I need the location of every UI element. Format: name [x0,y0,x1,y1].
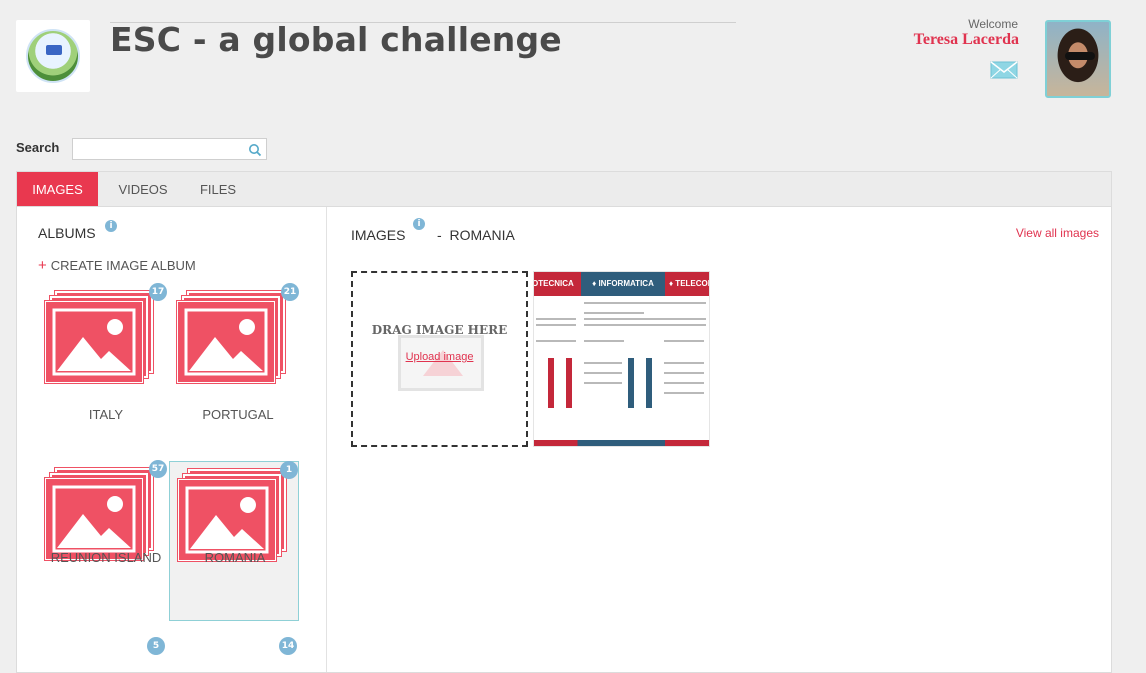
view-all-images-link[interactable]: View all images [1016,226,1099,240]
search-icon[interactable] [248,143,262,157]
album-stack-icon [174,465,304,595]
avatar-glasses [1065,52,1095,60]
site-logo[interactable] [16,20,90,92]
page-title: ESC - a global challenge [110,20,562,59]
albums-column: ALBUMS i + CREATE IMAGE ALBUM 17 ITALY 2… [17,207,327,672]
images-title-label: IMAGES [351,227,406,243]
current-album-name: ROMANIA [449,227,515,243]
user-name-link[interactable]: Teresa Lacerda [914,31,1019,49]
thumbnail-header-band: OTECNICA ♦ INFORMATICA ♦ TELECOMU [534,272,709,296]
album-stack-icon [41,287,171,417]
album-image-icon [177,301,275,383]
album-reunion-island[interactable]: 57 REUNION ISLAND [41,460,171,624]
tab-videos[interactable]: VIDEOS [105,172,181,207]
album-name: ROMANIA [204,550,266,565]
album-image-icon [45,478,143,560]
plus-icon: + [38,257,47,274]
album-stack-icon [41,464,171,594]
album-stack-icon [173,287,303,417]
upload-image-link[interactable]: Upload image [353,351,526,363]
content-panel: ALBUMS i + CREATE IMAGE ALBUM 17 ITALY 2… [16,206,1112,673]
album-name: ITALY [88,407,124,422]
logo-emblem-icon [26,29,80,83]
album-italy[interactable]: 17 ITALY [41,283,171,447]
user-avatar[interactable] [1045,20,1111,98]
create-album-label: CREATE IMAGE ALBUM [50,258,196,273]
album-count-badge: 17 [149,283,167,301]
search-input[interactable] [72,138,267,160]
album-count-badge: 1 [280,461,298,479]
image-placeholder-icon [398,335,484,391]
image-thumbnail[interactable]: OTECNICA ♦ INFORMATICA ♦ TELECOMU [533,271,710,447]
album-portugal[interactable]: 21 PORTUGAL [173,283,303,447]
album-count-badge: 14 [279,637,297,655]
album-name: PORTUGAL [202,407,274,422]
album-count-badge: 57 [149,460,167,478]
mail-icon[interactable] [990,61,1018,79]
drag-image-label: DRAG IMAGE HERE [371,323,508,337]
tab-files[interactable]: FILES [187,172,249,207]
thumbnail-text: ♦ INFORMATICA [581,272,665,296]
albums-info-icon[interactable]: i [105,220,117,232]
albums-title: ALBUMS [38,225,96,241]
album-count-badge: 21 [281,283,299,301]
album-image-icon [178,479,276,561]
tab-images[interactable]: IMAGES [17,172,98,207]
album-name: REUNION ISLAND [50,550,162,565]
create-album-button[interactable]: + CREATE IMAGE ALBUM [38,257,196,274]
image-dropzone[interactable]: DRAG IMAGE HERE Upload image [351,271,528,447]
album-romania[interactable]: 1 ROMANIA [169,461,299,621]
search-label: Search [16,140,60,155]
title-separator: - [437,227,442,243]
thumbnail-text: OTECNICA [533,279,574,288]
welcome-label: Welcome [968,17,1018,31]
thumbnail-text: ♦ TELECOMU [669,279,709,288]
album-image-icon [45,301,143,383]
album-count-badge: 5 [147,637,165,655]
images-album-title: - ROMANIA [437,227,515,243]
images-title: IMAGES [351,227,405,243]
images-info-icon[interactable]: i [413,218,425,230]
media-tabs: IMAGES VIDEOS FILES [16,171,1112,207]
